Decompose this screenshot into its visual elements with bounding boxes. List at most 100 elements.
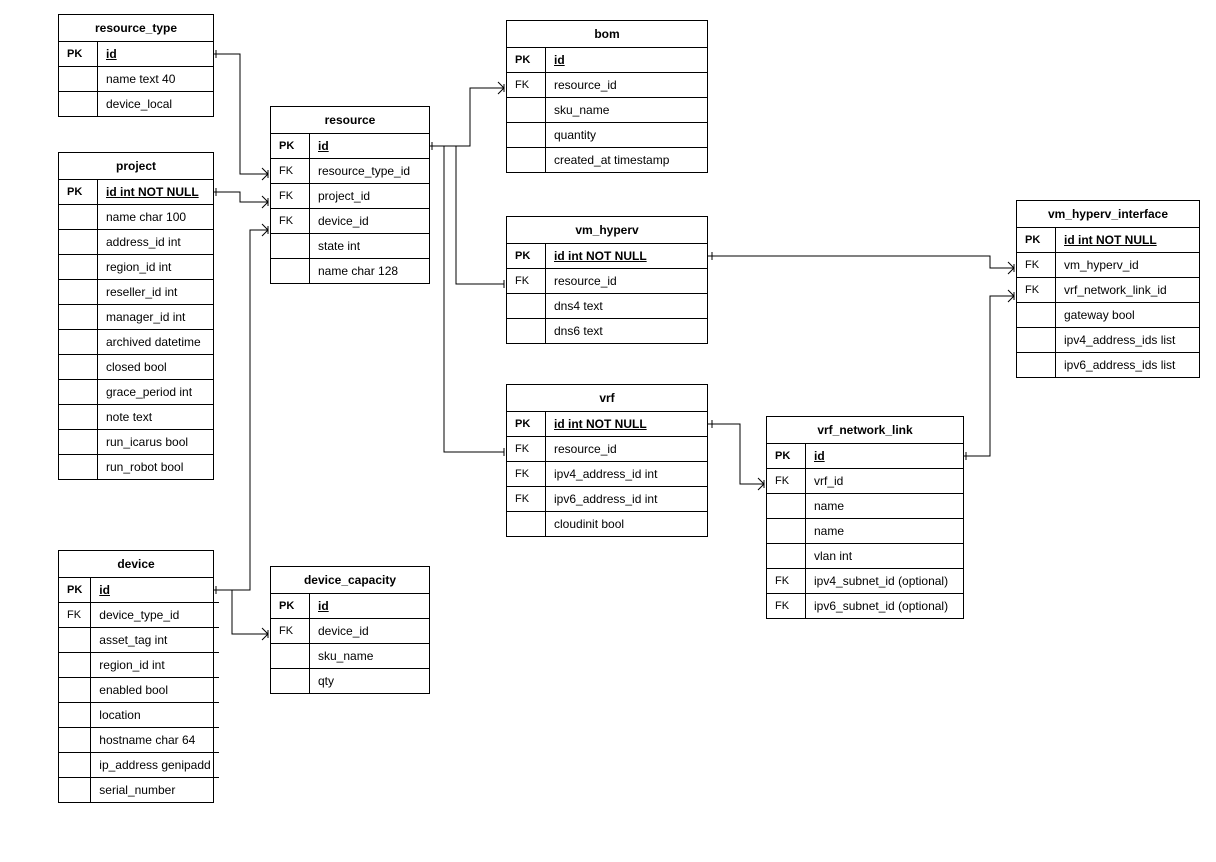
table-row: PKid — [271, 594, 429, 619]
table-row: name — [767, 494, 963, 519]
column-field: id — [91, 578, 219, 603]
column-key: FK — [507, 437, 546, 462]
column-field: grace_period int — [98, 380, 214, 405]
column-key — [59, 355, 98, 380]
column-key: FK — [507, 73, 546, 98]
table-row: location — [59, 703, 219, 728]
column-key — [767, 544, 806, 569]
entity-columns: PKidFKdevice_idsku_nameqty — [271, 594, 429, 693]
column-key: PK — [507, 48, 546, 73]
column-key — [59, 703, 91, 728]
column-key — [59, 205, 98, 230]
column-key: FK — [271, 209, 310, 234]
table-row: FKipv6_address_id int — [507, 487, 707, 512]
table-row: dns4 text — [507, 294, 707, 319]
table-row: sku_name — [507, 98, 707, 123]
entity-resource: resource PKidFKresource_type_idFKproject… — [270, 106, 430, 284]
table-row: quantity — [507, 123, 707, 148]
column-field: hostname char 64 — [91, 728, 219, 753]
entity-vm-hyperv-interface: vm_hyperv_interface PKid int NOT NULLFKv… — [1016, 200, 1200, 378]
column-field: name text 40 — [98, 67, 214, 92]
entity-columns: PKid int NOT NULLname char 100address_id… — [59, 180, 213, 479]
column-field: device_local — [98, 92, 214, 117]
column-key — [1017, 303, 1056, 328]
column-field: cloudinit bool — [546, 512, 708, 537]
column-field: created_at timestamp — [546, 148, 708, 173]
column-field: id int NOT NULL — [98, 180, 214, 205]
table-row: ip_address genipadd — [59, 753, 219, 778]
column-field: device_id — [310, 619, 430, 644]
table-row: PKid — [59, 578, 219, 603]
table-row: FKdevice_id — [271, 619, 429, 644]
column-key — [59, 455, 98, 480]
entity-title: project — [59, 153, 213, 180]
column-field: state int — [310, 234, 430, 259]
table-row: state int — [271, 234, 429, 259]
entity-columns: PKidFKdevice_type_idasset_tag intregion_… — [59, 578, 219, 802]
column-field: id — [546, 48, 708, 73]
column-field: gateway bool — [1056, 303, 1200, 328]
column-key — [59, 778, 91, 803]
column-key — [59, 653, 91, 678]
entity-vrf: vrf PKid int NOT NULLFKresource_idFKipv4… — [506, 384, 708, 537]
table-row: address_id int — [59, 230, 213, 255]
entity-project: project PKid int NOT NULLname char 100ad… — [58, 152, 214, 480]
column-key — [59, 753, 91, 778]
column-key — [59, 405, 98, 430]
column-field: dns4 text — [546, 294, 708, 319]
table-row: FKresource_id — [507, 437, 707, 462]
column-field: ipv4_address_ids list — [1056, 328, 1200, 353]
table-row: note text — [59, 405, 213, 430]
column-field: ip_address genipadd — [91, 753, 219, 778]
column-key: FK — [1017, 253, 1056, 278]
column-field: dns6 text — [546, 319, 708, 344]
column-key: FK — [507, 462, 546, 487]
table-row: sku_name — [271, 644, 429, 669]
table-row: FKproject_id — [271, 184, 429, 209]
table-row: name text 40 — [59, 67, 213, 92]
column-key: FK — [1017, 278, 1056, 303]
table-row: FKipv4_subnet_id (optional) — [767, 569, 963, 594]
column-field: run_icarus bool — [98, 430, 214, 455]
table-row: FKresource_id — [507, 73, 707, 98]
column-key: PK — [767, 444, 806, 469]
column-key — [59, 255, 98, 280]
table-row: manager_id int — [59, 305, 213, 330]
table-row: hostname char 64 — [59, 728, 219, 753]
table-row: gateway bool — [1017, 303, 1199, 328]
entity-resource-type: resource_type PKidname text 40device_loc… — [58, 14, 214, 117]
column-key — [507, 294, 546, 319]
entity-device: device PKidFKdevice_type_idasset_tag int… — [58, 550, 214, 803]
table-row: run_icarus bool — [59, 430, 213, 455]
column-field: resource_id — [546, 437, 708, 462]
entity-columns: PKid int NOT NULLFKresource_iddns4 textd… — [507, 244, 707, 343]
column-key — [271, 644, 310, 669]
column-field: id int NOT NULL — [1056, 228, 1200, 253]
column-field: ipv6_subnet_id (optional) — [806, 594, 964, 619]
table-row: ipv4_address_ids list — [1017, 328, 1199, 353]
table-row: qty — [271, 669, 429, 694]
table-row: created_at timestamp — [507, 148, 707, 173]
column-key: PK — [59, 578, 91, 603]
table-row: name — [767, 519, 963, 544]
column-key: FK — [271, 619, 310, 644]
table-row: PKid int NOT NULL — [1017, 228, 1199, 253]
table-row: region_id int — [59, 653, 219, 678]
entity-title: vrf_network_link — [767, 417, 963, 444]
entity-columns: PKid int NOT NULLFKvm_hyperv_idFKvrf_net… — [1017, 228, 1199, 377]
column-field: qty — [310, 669, 430, 694]
column-key — [271, 259, 310, 284]
column-key — [59, 430, 98, 455]
entity-columns: PKidFKresource_idsku_namequantitycreated… — [507, 48, 707, 172]
column-key — [507, 148, 546, 173]
table-row: region_id int — [59, 255, 213, 280]
column-field: id int NOT NULL — [546, 412, 708, 437]
column-key: PK — [507, 244, 546, 269]
column-key — [507, 319, 546, 344]
table-row: grace_period int — [59, 380, 213, 405]
column-field: name char 128 — [310, 259, 430, 284]
entity-device-capacity: device_capacity PKidFKdevice_idsku_nameq… — [270, 566, 430, 694]
column-field: project_id — [310, 184, 430, 209]
column-key — [59, 380, 98, 405]
column-field: name — [806, 519, 964, 544]
